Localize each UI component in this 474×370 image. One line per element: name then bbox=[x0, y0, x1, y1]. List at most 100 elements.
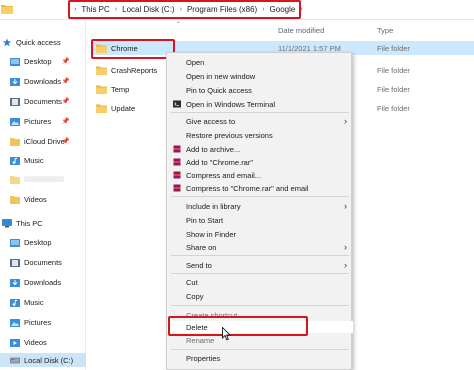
sidebar-item-label: Music bbox=[24, 155, 44, 165]
breadcrumb-this-pc[interactable]: This PC bbox=[81, 5, 109, 14]
menu-item-label: Pin to Start bbox=[186, 215, 224, 225]
sidebar-item-label: Downloads bbox=[24, 277, 62, 287]
sidebar-item-this-pc[interactable]: This PC bbox=[0, 216, 86, 230]
this-pc-icon bbox=[2, 218, 12, 227]
breadcrumb-program-files[interactable]: Program Files (x86) bbox=[187, 5, 257, 14]
pin-icon: 📌 bbox=[61, 118, 70, 125]
folder-icon bbox=[10, 175, 20, 184]
submenu-arrow-icon: › bbox=[344, 201, 347, 211]
breadcrumb-separator: › bbox=[300, 6, 303, 13]
sidebar-item-music[interactable]: Music bbox=[0, 153, 86, 167]
menu-item-label: Copy bbox=[186, 291, 204, 301]
sidebar-item-label: Desktop bbox=[24, 237, 52, 247]
sidebar-item-desktop[interactable]: Desktop 📌 bbox=[0, 54, 86, 68]
menu-item-show-finder[interactable]: Show in Finder bbox=[167, 228, 353, 240]
folder-icon bbox=[96, 44, 107, 53]
menu-item-open[interactable]: Open bbox=[167, 56, 353, 68]
sidebar-item-videos[interactable]: Videos bbox=[0, 192, 86, 206]
menu-item-label: Properties bbox=[186, 353, 221, 363]
mouse-cursor-icon bbox=[222, 327, 231, 341]
menu-item-label: Pin to Quick access bbox=[186, 85, 252, 95]
pin-icon: 📌 bbox=[61, 98, 70, 105]
menu-item-add-to-archive[interactable]: Add to archive... bbox=[167, 143, 353, 155]
column-header-date-modified[interactable]: Date modified bbox=[278, 26, 324, 35]
menu-item-pin-start[interactable]: Pin to Start bbox=[167, 214, 353, 226]
breadcrumb-separator: › bbox=[262, 6, 265, 13]
menu-item-pin-quick-access[interactable]: Pin to Quick access bbox=[167, 84, 353, 96]
pin-icon: 📌 bbox=[61, 138, 70, 145]
pictures-folder-icon bbox=[10, 117, 20, 126]
sidebar-item-label: Pictures bbox=[24, 317, 52, 327]
file-name: Temp bbox=[111, 84, 130, 94]
menu-item-send-to[interactable]: Send to › bbox=[167, 259, 353, 271]
sidebar-item-label: Videos bbox=[24, 194, 47, 204]
submenu-arrow-icon: › bbox=[344, 116, 347, 126]
sidebar-item-label: Quick access bbox=[16, 37, 61, 47]
menu-item-create-shortcut[interactable]: Create shortcut bbox=[167, 309, 353, 321]
menu-separator bbox=[171, 349, 349, 350]
icloud-folder-icon bbox=[10, 137, 20, 146]
menu-item-rename[interactable]: Rename bbox=[167, 334, 353, 346]
star-icon bbox=[2, 37, 12, 46]
menu-item-include-library[interactable]: Include in library › bbox=[167, 200, 353, 212]
folder-icon bbox=[1, 5, 13, 14]
folder-icon bbox=[96, 66, 107, 75]
sidebar-item-local-disk[interactable]: Local Disk (C:) bbox=[0, 353, 86, 367]
menu-item-label: Open in Windows Terminal bbox=[186, 99, 276, 109]
menu-item-label: Add to archive... bbox=[186, 144, 241, 154]
sidebar-item-downloads[interactable]: Downloads 📌 bbox=[0, 74, 86, 88]
sidebar-item-documents-pc[interactable]: Documents bbox=[0, 255, 86, 269]
sidebar-item-icloud-drive[interactable]: iCloud Drive 📌 bbox=[0, 134, 86, 148]
menu-item-give-access[interactable]: Give access to › bbox=[167, 115, 353, 127]
menu-separator bbox=[171, 112, 349, 113]
menu-item-label: Give access to bbox=[186, 116, 236, 126]
file-type: File folder bbox=[377, 65, 410, 75]
context-menu: Open Open in new window Pin to Quick acc… bbox=[166, 52, 353, 370]
menu-item-label: Send to bbox=[186, 260, 212, 270]
breadcrumb-separator: › bbox=[179, 6, 182, 13]
sidebar-item-quick-access[interactable]: Quick access bbox=[0, 35, 86, 49]
menu-item-label: Open bbox=[186, 57, 205, 67]
folder-icon bbox=[96, 104, 107, 113]
menu-item-label: Create shortcut bbox=[186, 310, 238, 320]
address-bar[interactable]: › This PC › Local Disk (C:) › Program Fi… bbox=[0, 0, 474, 20]
sidebar-item-blurred-1[interactable] bbox=[0, 172, 86, 186]
submenu-arrow-icon: › bbox=[344, 242, 347, 252]
menu-item-open-new-window[interactable]: Open in new window bbox=[167, 70, 353, 82]
sidebar-item-pictures-pc[interactable]: Pictures bbox=[0, 315, 86, 329]
sidebar-item-label: Documents bbox=[24, 96, 62, 106]
sidebar-item-label: Music bbox=[24, 297, 44, 307]
breadcrumb-google[interactable]: Google bbox=[270, 5, 296, 14]
pin-icon: 📌 bbox=[61, 78, 70, 85]
menu-item-open-terminal[interactable]: Open in Windows Terminal bbox=[167, 98, 353, 110]
menu-item-add-to-chrome-rar[interactable]: Add to "Chrome.rar" bbox=[167, 156, 353, 168]
menu-item-share-on[interactable]: Share on › bbox=[167, 241, 353, 253]
sidebar-item-documents[interactable]: Documents 📌 bbox=[0, 94, 86, 108]
sidebar-item-label: Local Disk (C:) bbox=[24, 355, 74, 365]
menu-separator bbox=[171, 273, 349, 274]
menu-item-compress-chrome-rar-email[interactable]: Compress to "Chrome.rar" and email bbox=[167, 182, 353, 194]
folder-icon bbox=[96, 85, 107, 94]
sidebar-item-music-pc[interactable]: Music bbox=[0, 295, 86, 309]
sidebar-item-label: Videos bbox=[24, 337, 47, 347]
menu-separator bbox=[171, 305, 349, 306]
winrar-icon bbox=[173, 158, 181, 166]
column-header-type[interactable]: Type bbox=[377, 26, 393, 35]
menu-item-properties[interactable]: Properties bbox=[167, 352, 353, 364]
desktop-folder-icon bbox=[10, 238, 20, 247]
menu-item-label: Open in new window bbox=[186, 71, 256, 81]
menu-item-compress-email[interactable]: Compress and email... bbox=[167, 169, 353, 181]
sidebar-item-desktop-pc[interactable]: Desktop bbox=[0, 235, 86, 249]
menu-item-copy[interactable]: Copy bbox=[167, 290, 353, 302]
menu-item-delete[interactable]: Delete bbox=[167, 321, 353, 333]
sidebar-item-label: Desktop bbox=[24, 56, 52, 66]
sidebar-item-pictures[interactable]: Pictures 📌 bbox=[0, 114, 86, 128]
breadcrumb-local-disk[interactable]: Local Disk (C:) bbox=[122, 5, 174, 14]
breadcrumb-separator: › bbox=[114, 6, 118, 13]
sidebar-item-videos-pc[interactable]: Videos bbox=[0, 335, 86, 349]
menu-item-cut[interactable]: Cut bbox=[167, 276, 353, 288]
documents-folder-icon bbox=[10, 258, 20, 267]
downloads-folder-icon bbox=[10, 278, 20, 287]
menu-item-restore-versions[interactable]: Restore previous versions bbox=[167, 129, 353, 141]
sidebar-item-downloads-pc[interactable]: Downloads bbox=[0, 275, 86, 289]
